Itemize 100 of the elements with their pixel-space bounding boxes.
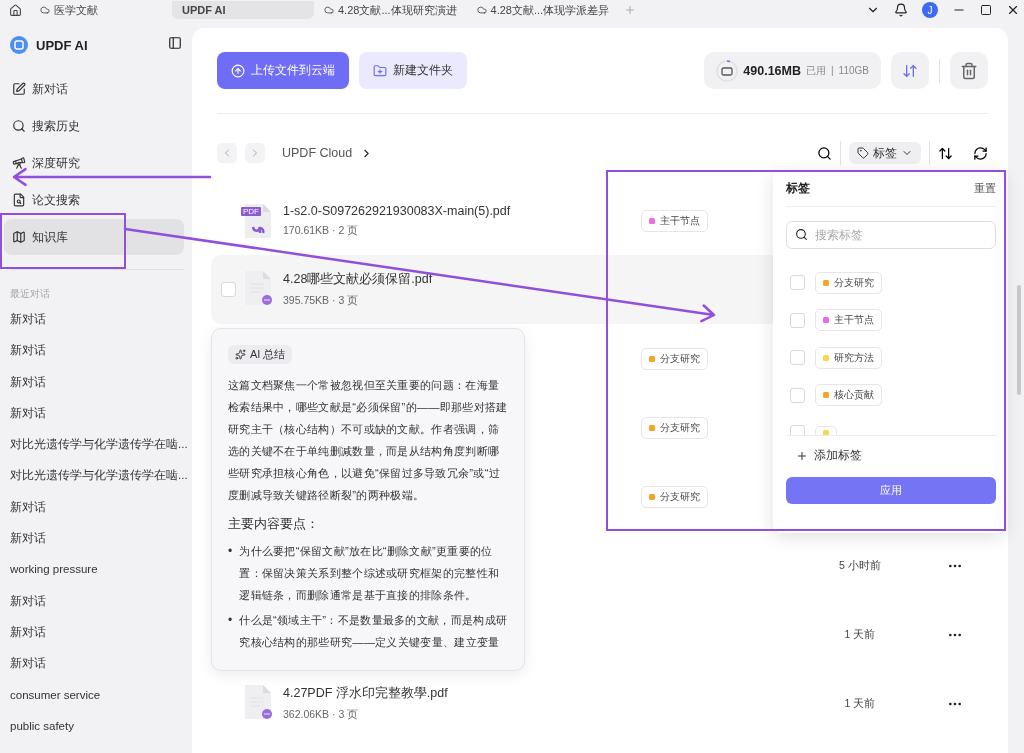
conversation-item[interactable]: 新对话 [0,616,192,649]
map-icon [12,230,26,244]
close-icon[interactable] [1006,3,1020,17]
reset-button[interactable]: 重置 [974,180,996,196]
upload-button[interactable]: 上传文件到云端 [217,52,349,89]
document-icon [243,269,273,306]
storage-total: 110GB [838,65,869,76]
file-name[interactable]: 4.28哪些文献必须保留.pdf [283,271,641,288]
sparkle-icon [235,349,246,360]
refresh-icon [973,145,988,161]
document-icon [243,683,273,720]
nav-item[interactable]: 新对话 [4,71,184,107]
tab[interactable]: 医学文献 [30,1,172,19]
tag-label: 分支研究 [834,275,874,290]
nav-item[interactable]: 深度研究 [4,145,184,181]
checkbox[interactable] [790,387,805,403]
section-heading: 最近对话 [9,287,51,301]
tag-filter-button[interactable]: 标签 [849,142,921,164]
nav-item[interactable]: 搜索历史 [4,108,184,144]
tag-icon [857,147,869,159]
tab[interactable]: 4.28文献...体现学派差异 [466,1,620,19]
search-icon [817,145,832,161]
bell-icon[interactable] [894,3,908,17]
document-search-icon [12,193,26,207]
sort-icon [938,145,953,161]
storage-used: 490.16MB [743,63,801,78]
conversation-item[interactable]: 新对话 [0,585,192,617]
tag-label: 分支研究 [660,489,700,504]
bullet-marker: • [228,543,233,560]
file-meta: 395.75KB · 3 页 [283,294,360,308]
tag-label: 分支研究 [660,351,700,366]
separator-text: | [831,65,834,76]
file-meta: 170.61KB · 2 页 [283,223,360,238]
tag-chip[interactable]: 研究方法 [815,346,882,369]
conversation-item[interactable]: 对比光遗传学与化学遗传学在啮... [0,460,192,492]
storage-used-label: 已用 [806,63,826,78]
tag-label: 主干节点 [660,213,700,228]
tag-chip[interactable]: 主干节点 [815,309,882,332]
conversation-item[interactable]: 新对话 [0,648,192,680]
apply-button[interactable]: 应用 [786,477,996,504]
plus-icon [796,449,808,462]
conversation-item[interactable]: 新对话 [0,304,192,336]
tag-label: 分支研究 [660,420,700,435]
summary-bullet: 为什么要把“保留文献”放在比“删除文献”更重要的位置：保留决策关系到整个综述或研究框架的完整性和逻辑链条，而删除通常是基于直接的排除条件。 [239,544,501,603]
logo-icon [10,36,28,54]
checkbox[interactable] [221,282,236,297]
nav-item[interactable]: 知识库 [4,219,184,255]
file-type-label: PDF [241,206,261,216]
checkbox[interactable] [790,312,805,328]
tab[interactable]: UPDF AI [172,1,314,19]
file-name[interactable]: 1-s2.0-S097262921930083X-main(5).pdf [283,203,641,218]
folder-plus-icon [373,63,387,78]
cloud-icon [324,5,334,15]
breadcrumb-link[interactable]: UPDF Cloud [282,146,353,160]
search-icon [12,119,26,133]
sidebar-toggle-icon[interactable] [168,36,182,50]
trash-button[interactable] [950,52,988,89]
conversation-item[interactable]: 新对话 [0,397,192,430]
bullet-marker: • [228,612,233,629]
avatar[interactable]: J [922,2,938,18]
conversation-item[interactable]: 新对话 [0,491,192,524]
summary-heading: 主要内容要点： [228,516,320,533]
sort-button[interactable] [938,145,953,161]
maximize-icon[interactable] [980,4,992,16]
summary-paragraph: 这篇文档聚焦一个常被忽视但至关重要的问题：在海量检索结果中，哪些文献是“必须保留”的——即那些对搭建研究主干（核心结构）不可或缺的文献。作者强调，筛选的关键不在于单纯删减数量，而是从结构角度判断哪些研究承担核心角色，以避免“保留过多导致冗余”或“过度删减导致关键路径断裂”的两种极端。 [228,378,509,503]
storage-icon [716,59,739,82]
search-button[interactable] [817,145,832,161]
home-icon[interactable] [8,3,22,17]
refresh-button[interactable] [973,145,988,161]
tab[interactable]: 4.28文献...体现研究演进 [314,1,467,19]
conversation-item[interactable]: 新对话 [0,523,192,555]
file-name[interactable]: 4.27PDF 浮水印完整教學.pdf [283,685,641,702]
conversation-item[interactable]: 新对话 [0,335,192,367]
cloud-icon [476,5,487,15]
summary-bullet: 什么是“领域主干”：不是数量最多的文献，而是构成研究核心结构的那些研究——定义关键变量、建立变量 [239,613,509,650]
conversation-item[interactable]: working pressure [0,554,192,586]
panel-title: 标签 [786,180,810,196]
trash-icon [960,61,978,80]
search-icon [795,228,808,241]
tag-chip[interactable]: 核心贡献 [815,384,882,407]
scrollbar-thumb[interactable] [1017,285,1021,395]
modified-time: 1 天前 [844,696,876,711]
checkbox[interactable] [790,350,805,366]
tag-label: 核心贡献 [834,388,874,403]
checkbox[interactable] [790,275,805,291]
cloud-icon [40,5,50,15]
add-tag-button[interactable]: 添加标签 [786,448,996,463]
conversation-item[interactable]: 新对话 [0,366,192,398]
tag-chip[interactable]: 分支研究 [815,271,882,294]
conversation-item[interactable]: consumer service [0,679,192,711]
new-folder-button[interactable]: 新建文件夹 [359,52,467,89]
sync-icon [902,62,918,79]
nav-item[interactable]: 论文搜索 [4,182,184,218]
conversation-item[interactable]: public safety [0,710,192,743]
conversation-item[interactable]: 对比光遗传学与化学遗传学在啮... [0,429,192,461]
tag-label: 研究方法 [834,350,874,365]
chip-label: AI 总结 [250,347,286,362]
sync-button[interactable] [891,52,929,89]
tag-search-field[interactable]: 搜索标签 [786,221,996,249]
edit-icon [12,82,26,96]
